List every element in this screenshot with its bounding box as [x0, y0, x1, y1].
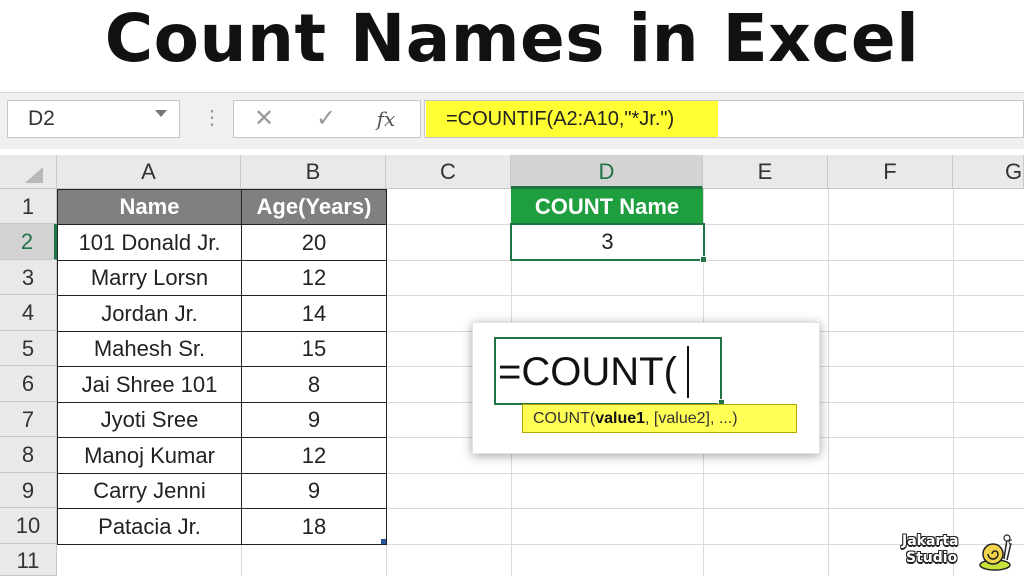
formula-bar-grip-icon[interactable]: ⋮: [202, 106, 222, 132]
table-cell-age[interactable]: 12: [241, 260, 387, 296]
table-resize-handle[interactable]: [381, 539, 386, 544]
table-cell-age[interactable]: 9: [241, 402, 387, 438]
table-cell-age[interactable]: 18: [241, 508, 387, 545]
table-header-age[interactable]: Age(Years): [241, 189, 387, 225]
count-result-cell[interactable]: 3: [510, 223, 705, 261]
count-name-header[interactable]: COUNT Name: [511, 189, 703, 224]
name-box-dropdown-icon[interactable]: [155, 110, 167, 117]
formula-text: =COUNTIF(A2:A10,"*Jr."): [426, 101, 718, 137]
table-cell-age[interactable]: 9: [241, 473, 387, 509]
column-header-c[interactable]: C: [386, 155, 511, 189]
name-box[interactable]: D2: [7, 100, 180, 138]
check-icon[interactable]: ✓: [308, 103, 344, 135]
logo-line-1: Jakarta: [902, 533, 959, 549]
row-header-4[interactable]: 4: [0, 295, 57, 331]
text-cursor: [687, 346, 689, 398]
table-cell-name[interactable]: Mahesh Sr.: [57, 331, 242, 367]
row-header-8[interactable]: 8: [0, 437, 57, 473]
jakarta-studio-logo: Jakarta Studio: [902, 531, 1012, 571]
column-header-e[interactable]: E: [703, 155, 828, 189]
column-header-d[interactable]: D: [511, 155, 703, 189]
row-header-1[interactable]: 1: [0, 189, 57, 224]
table-cell-name[interactable]: 101 Donald Jr.: [57, 224, 242, 261]
column-header-f[interactable]: F: [828, 155, 953, 189]
table-cell-age[interactable]: 8: [241, 366, 387, 403]
insert-function-button[interactable]: fx: [368, 103, 404, 135]
row-header-5[interactable]: 5: [0, 331, 57, 366]
row-header-9[interactable]: 9: [0, 473, 57, 508]
typed-formula: =COUNT(: [498, 350, 677, 394]
logo-line-2: Studio: [906, 550, 958, 566]
table-cell-name[interactable]: Patacia Jr.: [57, 508, 242, 545]
table-cell-age[interactable]: 14: [241, 295, 387, 332]
row-header-10[interactable]: 10: [0, 508, 57, 544]
page-title: Count Names in Excel: [104, 0, 920, 77]
row-header-7[interactable]: 7: [0, 402, 57, 437]
table-cell-name[interactable]: Manoj Kumar: [57, 437, 242, 474]
close-icon[interactable]: ✕: [246, 103, 282, 135]
table-cell-age[interactable]: 12: [241, 437, 387, 474]
column-header-g[interactable]: G: [953, 155, 1024, 189]
column-header-a[interactable]: A: [57, 155, 241, 189]
row-header-11[interactable]: 11: [0, 544, 57, 576]
table-header-name[interactable]: Name: [57, 189, 242, 225]
table-cell-name[interactable]: Jyoti Sree: [57, 402, 242, 438]
snail-icon: [979, 534, 1012, 571]
row-header-6[interactable]: 6: [0, 366, 57, 402]
row-header-3[interactable]: 3: [0, 260, 57, 295]
row-header-2[interactable]: 2: [0, 224, 57, 260]
tooltip-current-arg[interactable]: value1: [595, 410, 645, 427]
table-cell-name[interactable]: Marry Lorsn: [57, 260, 242, 296]
tooltip-rest-args: , [value2], ...): [645, 410, 738, 427]
table-cell-age[interactable]: 20: [241, 224, 387, 261]
function-tooltip[interactable]: COUNT(value1, [value2], ...): [522, 404, 797, 433]
table-cell-name[interactable]: Jai Shree 101: [57, 366, 242, 403]
table-cell-age[interactable]: 15: [241, 331, 387, 367]
tooltip-function: COUNT(: [533, 410, 596, 427]
fill-handle[interactable]: [700, 256, 707, 263]
table-cell-name[interactable]: Carry Jenni: [57, 473, 242, 509]
column-header-b[interactable]: B: [241, 155, 386, 189]
table-cell-name[interactable]: Jordan Jr.: [57, 295, 242, 332]
select-all-icon: [25, 167, 43, 183]
